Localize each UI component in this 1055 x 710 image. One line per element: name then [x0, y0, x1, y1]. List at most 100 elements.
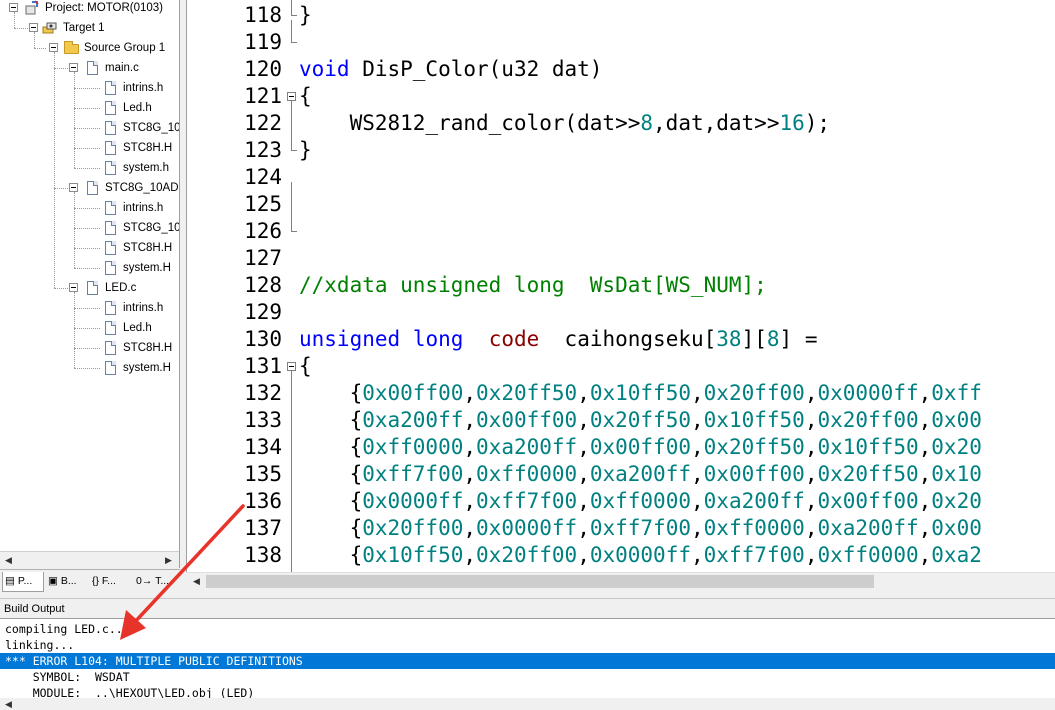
code-line[interactable]: 133 {0xa200ff,0x00ff00,0x20ff50,0x10ff50… [187, 407, 1055, 434]
build-output-line[interactable]: linking... [0, 637, 1055, 653]
tree-item-file[interactable]: LED.c [0, 278, 179, 298]
build-output-scrollbar[interactable]: ◀ [0, 698, 1055, 710]
tab-project[interactable]: ▤ P... [2, 572, 44, 592]
code-line[interactable]: 129 [187, 299, 1055, 326]
build-output-pane[interactable]: compiling LED.c... linking... *** ERROR L1… [0, 618, 1055, 698]
code-line[interactable]: 122 WS2812_rand_color(dat>>8,dat,dat>>16… [187, 110, 1055, 137]
tree-item-include[interactable]: STC8G_10 [0, 118, 179, 138]
file-icon [102, 360, 118, 376]
code-line[interactable]: 120 void DisP_Color(u32 dat) [187, 56, 1055, 83]
code-line[interactable]: 121 { [187, 83, 1055, 110]
code-line[interactable]: 128 //xdata unsigned long WsDat[WS_NUM]; [187, 272, 1055, 299]
tree-item-include[interactable]: STC8H.H [0, 238, 179, 258]
code-line[interactable]: 126 [187, 218, 1055, 245]
line-number: 119 [244, 30, 282, 54]
scrollbar-thumb[interactable] [206, 575, 874, 588]
editor-horizontal-scrollbar[interactable]: ◀ [186, 572, 1055, 589]
file-icon [84, 180, 100, 196]
file-icon [84, 60, 100, 76]
collapse-toggle-icon[interactable] [29, 23, 38, 32]
scroll-left-icon[interactable]: ◀ [0, 698, 17, 710]
tree-item-file[interactable]: main.c [0, 58, 179, 78]
code-line[interactable]: 127 [187, 245, 1055, 272]
code-comment: //xdata unsigned long WsDat[WS_NUM]; [299, 273, 767, 297]
fold-toggle-icon[interactable] [287, 92, 296, 101]
tree-item-label: STC8H.H [123, 142, 173, 154]
line-code: } [299, 3, 312, 27]
line-code: {0xff0000,0xa200ff,0x00ff00,0x20ff50,0x1… [299, 435, 982, 459]
tree-item-label: system.h [123, 162, 170, 174]
tree-item-include[interactable]: STC8H.H [0, 138, 179, 158]
file-icon-shape [87, 181, 98, 195]
file-icon-shape [105, 101, 116, 115]
target-icon [42, 20, 58, 36]
code-line[interactable]: 131 { [187, 353, 1055, 380]
file-icon-shape [105, 361, 116, 375]
build-output-line[interactable]: compiling LED.c... [0, 621, 1055, 637]
tree-item-include[interactable]: Led.h [0, 318, 179, 338]
tree-item-target[interactable]: Target 1 [0, 18, 179, 38]
tree-item-include[interactable]: STC8H.H [0, 338, 179, 358]
code-line[interactable]: 132 {0x00ff00,0x20ff50,0x10ff50,0x20ff00… [187, 380, 1055, 407]
collapse-toggle-icon[interactable] [69, 283, 78, 292]
code-line[interactable]: 123} [187, 137, 1055, 164]
collapse-toggle-icon[interactable] [69, 183, 78, 192]
tree-item-include[interactable]: Led.h [0, 98, 179, 118]
scroll-left-icon[interactable]: ◀ [188, 573, 205, 590]
tree-item-project[interactable]: Project: MOTOR(0103) [0, 0, 179, 18]
file-icon [102, 300, 118, 316]
tree-item-include[interactable]: intrins.h [0, 298, 179, 318]
code-line[interactable]: 138 {0x10ff50,0x20ff00,0x0000ff,0xff7f00… [187, 542, 1055, 569]
folder-icon [63, 40, 79, 56]
line-number: 132 [244, 381, 282, 405]
code-line[interactable]: 118} [187, 2, 1055, 29]
collapse-toggle-icon[interactable] [69, 63, 78, 72]
code-line[interactable]: 130 unsigned long code caihongseku[38][8]… [187, 326, 1055, 353]
build-output-line[interactable]: SYMBOL: WSDAT [0, 669, 1055, 685]
collapse-toggle-icon[interactable] [49, 43, 58, 52]
code-line[interactable]: 135 {0xff7f00,0xff0000,0xa200ff,0x00ff00… [187, 461, 1055, 488]
project-panel-tabs: ▤ P... ▣ B... {} F... 0→ T... [0, 569, 180, 593]
tree-item-source-group[interactable]: Source Group 1 [0, 38, 179, 58]
code-line[interactable]: 134 {0xff0000,0xa200ff,0x00ff00,0x20ff50… [187, 434, 1055, 461]
line-code: { [299, 354, 312, 378]
tree-item-include[interactable]: intrins.h [0, 198, 179, 218]
file-icon-shape [105, 261, 116, 275]
code-line[interactable]: 125 [187, 191, 1055, 218]
file-icon [102, 340, 118, 356]
line-number: 123 [244, 138, 282, 162]
tree-horizontal-scrollbar[interactable]: ◀ ▶ [0, 551, 179, 568]
tab-functions[interactable]: {} F... [90, 572, 132, 592]
code-line[interactable]: 119 [187, 29, 1055, 56]
target-icon-svg [42, 22, 57, 34]
line-number: 124 [244, 165, 282, 189]
file-icon-shape [105, 241, 116, 255]
line-number: 126 [244, 219, 282, 243]
file-icon-shape [87, 61, 98, 75]
line-number: 135 [244, 462, 282, 486]
tree-item-label: Source Group 1 [84, 42, 166, 54]
tree-item-include[interactable]: system.H [0, 258, 179, 278]
code-line[interactable]: 124 [187, 164, 1055, 191]
tab-books[interactable]: ▣ B... [46, 572, 88, 592]
tree-item-label: intrins.h [123, 202, 164, 214]
tree-item-include[interactable]: system.H [0, 358, 179, 378]
code-editor[interactable]: 118} 119 120 void DisP_Color(u32 dat) 121{12… [186, 0, 1055, 572]
tree-item-include[interactable]: STC8G_10 [0, 218, 179, 238]
tree-item-include[interactable]: system.h [0, 158, 179, 178]
fold-guide [291, 0, 292, 15]
code-line[interactable]: 136 {0x0000ff,0xff7f00,0xff0000,0xa200ff… [187, 488, 1055, 515]
tree-item-include[interactable]: intrins.h [0, 78, 179, 98]
line-number: 128 [244, 273, 282, 297]
build-error-line[interactable]: *** ERROR L104: MULTIPLE PUBLIC DEFINITI… [0, 653, 1055, 669]
code-line[interactable]: 137 {0x20ff00,0x0000ff,0xff7f00,0xff0000… [187, 515, 1055, 542]
fold-toggle-icon[interactable] [287, 362, 296, 371]
collapse-toggle-icon[interactable] [9, 3, 18, 12]
tree-item-label: Target 1 [63, 22, 105, 34]
scroll-right-icon[interactable]: ▶ [160, 552, 177, 568]
scroll-left-icon[interactable]: ◀ [0, 552, 17, 568]
build-output-line[interactable]: MODULE: ..\HEXOUT\LED.obj (LED) [0, 685, 1055, 698]
tab-templates[interactable]: 0→ T... [134, 572, 178, 592]
tree-item-file[interactable]: STC8G_10AD. [0, 178, 179, 198]
line-number: 129 [244, 300, 282, 324]
